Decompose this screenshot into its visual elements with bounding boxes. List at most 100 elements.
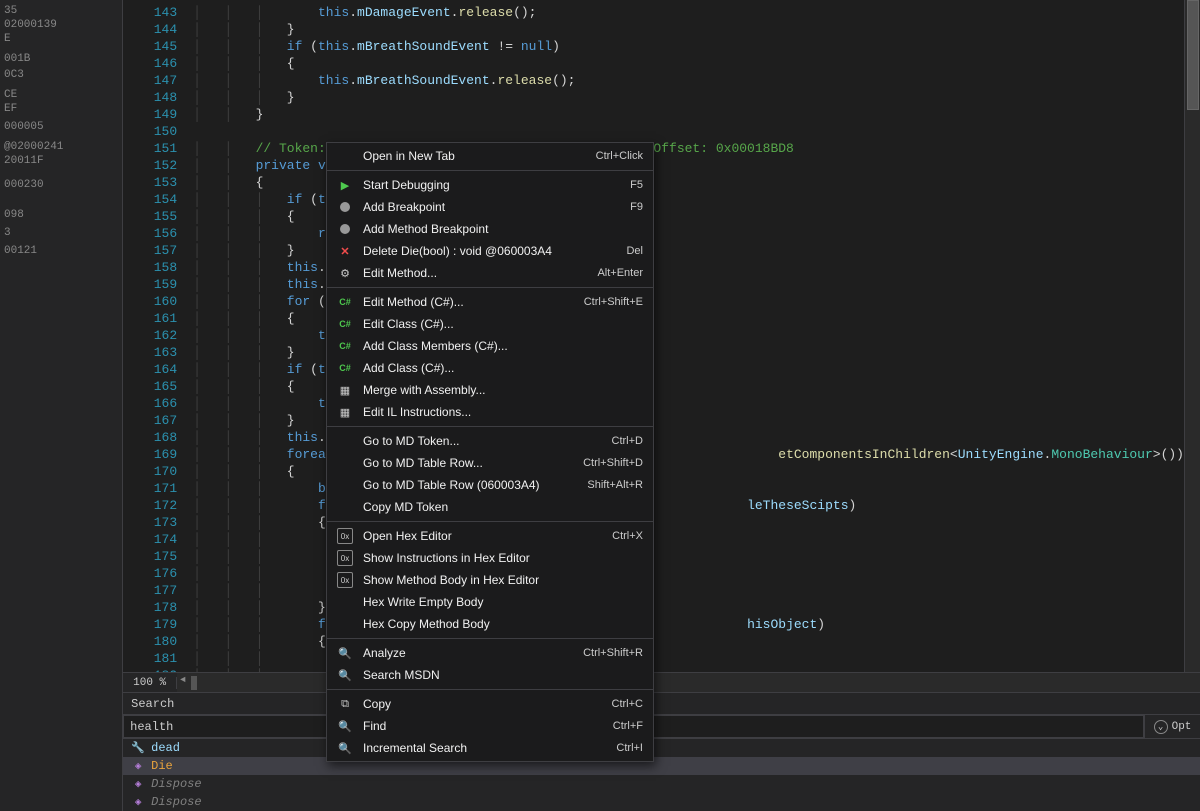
menu-item[interactable]: Open in New TabCtrl+Click (327, 145, 653, 167)
menu-item[interactable]: 0xShow Method Body in Hex Editor (327, 569, 653, 591)
menu-separator (327, 689, 653, 690)
line-number: 177 (123, 582, 177, 599)
menu-item[interactable]: ▦Merge with Assembly... (327, 379, 653, 401)
menu-label: Search MSDN (359, 668, 643, 682)
line-number: 153 (123, 174, 177, 191)
tree-item[interactable]: 000005 (0, 120, 122, 134)
menu-item[interactable]: ✕Delete Die(bool) : void @060003A4Del (327, 240, 653, 262)
menu-shortcut: Ctrl+F (613, 720, 643, 732)
method-icon: ◈ (131, 795, 145, 809)
vertical-scrollbar[interactable] (1184, 0, 1200, 672)
search-result-item[interactable]: ◈Dispose (123, 775, 1200, 793)
menu-item[interactable]: Go to MD Table Row...Ctrl+Shift+D (327, 452, 653, 474)
tree-item[interactable]: 0C3 (0, 68, 122, 82)
code-line[interactable]: │ │ │ } (193, 89, 1184, 106)
tree-item[interactable]: 098 (0, 208, 122, 222)
menu-separator (327, 521, 653, 522)
code-line[interactable]: │ │ } (193, 106, 1184, 123)
tree-item[interactable]: 3 (0, 226, 122, 240)
menu-label: Open in New Tab (359, 149, 596, 163)
menu-label: Edit Class (C#)... (359, 317, 643, 331)
menu-separator (327, 170, 653, 171)
search-result-item[interactable]: ◈Dispose (123, 793, 1200, 811)
tree-item[interactable]: 35 (0, 4, 122, 18)
line-number: 159 (123, 276, 177, 293)
line-number: 165 (123, 378, 177, 395)
menu-item[interactable]: 0xOpen Hex EditorCtrl+X (327, 525, 653, 547)
menu-item[interactable]: 🔍AnalyzeCtrl+Shift+R (327, 642, 653, 664)
menu-item[interactable]: 🔍Incremental SearchCtrl+I (327, 737, 653, 759)
tree-item[interactable]: 02000139 (0, 18, 122, 32)
line-number: 182 (123, 667, 177, 672)
gear-icon: ⚙ (337, 265, 353, 281)
menu-item[interactable]: Copy MD Token (327, 496, 653, 518)
search-options-button[interactable]: ⌄ Opt (1144, 715, 1200, 738)
menu-item[interactable]: Go to MD Table Row (060003A4)Shift+Alt+R (327, 474, 653, 496)
context-menu[interactable]: Open in New TabCtrl+Click ▶ Start Debuggin… (326, 142, 654, 762)
line-number: 167 (123, 412, 177, 429)
search-result-item[interactable]: ◈Die (123, 757, 1200, 775)
code-line[interactable]: │ │ │ this.mBreathSoundEvent.release(); (193, 72, 1184, 89)
menu-item[interactable]: C#Edit Class (C#)... (327, 313, 653, 335)
menu-item[interactable]: Hex Write Empty Body (327, 591, 653, 613)
menu-item[interactable]: ⚙Edit Method...Alt+Enter (327, 262, 653, 284)
code-line[interactable]: │ │ │ } (193, 21, 1184, 38)
line-number: 144 (123, 21, 177, 38)
line-number: 162 (123, 327, 177, 344)
menu-shortcut: Ctrl+Shift+R (583, 647, 643, 659)
prop-icon: 🔧 (131, 741, 145, 755)
menu-label: Start Debugging (359, 178, 630, 192)
hex-icon: 0x (337, 572, 353, 588)
menu-item[interactable]: C#Add Class Members (C#)... (327, 335, 653, 357)
h-scrollbar-thumb[interactable] (191, 676, 197, 690)
menu-item[interactable]: ⧉CopyCtrl+C (327, 693, 653, 715)
menu-label: Find (359, 719, 613, 733)
line-number: 179 (123, 616, 177, 633)
search-icon: 🔍 (337, 645, 353, 661)
delete-icon: ✕ (337, 243, 353, 259)
assembly-icon: ▦ (337, 404, 353, 420)
tree-item[interactable]: @02000241 (0, 140, 122, 154)
search-results[interactable]: 🔧dead◈Die◈Dispose◈Dispose (123, 739, 1200, 811)
line-number: 149 (123, 106, 177, 123)
tree-item[interactable]: EF (0, 102, 122, 116)
menu-item[interactable]: Add Method Breakpoint (327, 218, 653, 240)
line-number: 181 (123, 650, 177, 667)
tree-item[interactable]: CE (0, 88, 122, 102)
menu-item[interactable]: ▦Edit IL Instructions... (327, 401, 653, 423)
menu-item[interactable]: C#Add Class (C#)... (327, 357, 653, 379)
tree-item[interactable]: 001B (0, 52, 122, 66)
code-line[interactable]: │ │ │ { (193, 55, 1184, 72)
line-number: 143 (123, 4, 177, 21)
menu-label: Edit Method... (359, 266, 597, 280)
menu-item[interactable]: ▶Start DebuggingF5 (327, 174, 653, 196)
tree-item[interactable]: 000230 (0, 178, 122, 192)
search-icon: 🔍 (337, 667, 353, 683)
search-panel-header: Search (123, 693, 1200, 715)
tree-item[interactable]: E (0, 32, 122, 46)
assembly-tree-panel[interactable]: 3502000139E 001B 0C3 CEEF 000005 @02000241200… (0, 0, 123, 811)
tree-item[interactable]: 00121 (0, 244, 122, 258)
menu-item[interactable]: 🔍FindCtrl+F (327, 715, 653, 737)
line-number: 180 (123, 633, 177, 650)
menu-item[interactable]: C#Edit Method (C#)...Ctrl+Shift+E (327, 291, 653, 313)
menu-separator (327, 426, 653, 427)
code-line[interactable] (193, 123, 1184, 140)
line-number: 148 (123, 89, 177, 106)
code-line[interactable]: │ │ │ this.mDamageEvent.release(); (193, 4, 1184, 21)
search-result-item[interactable]: 🔧dead (123, 739, 1200, 757)
tree-item[interactable]: 20011F (0, 154, 122, 168)
line-gutter: 1431441451461471481491501511521531541551… (123, 0, 193, 672)
code-editor[interactable]: 1431441451461471481491501511521531541551… (123, 0, 1200, 672)
menu-item[interactable]: Hex Copy Method Body (327, 613, 653, 635)
menu-item[interactable]: 0xShow Instructions in Hex Editor (327, 547, 653, 569)
play-icon: ▶ (337, 177, 353, 193)
scrollbar-thumb[interactable] (1187, 0, 1199, 110)
zoom-level[interactable]: 100 % (123, 677, 177, 689)
menu-item[interactable]: Go to MD Token...Ctrl+D (327, 430, 653, 452)
method-icon: ◈ (131, 777, 145, 791)
menu-item[interactable]: Add BreakpointF9 (327, 196, 653, 218)
menu-label: Open Hex Editor (359, 529, 612, 543)
menu-item[interactable]: 🔍 Search MSDN (327, 664, 653, 686)
code-line[interactable]: │ │ │ if (this.mBreathSoundEvent != null… (193, 38, 1184, 55)
